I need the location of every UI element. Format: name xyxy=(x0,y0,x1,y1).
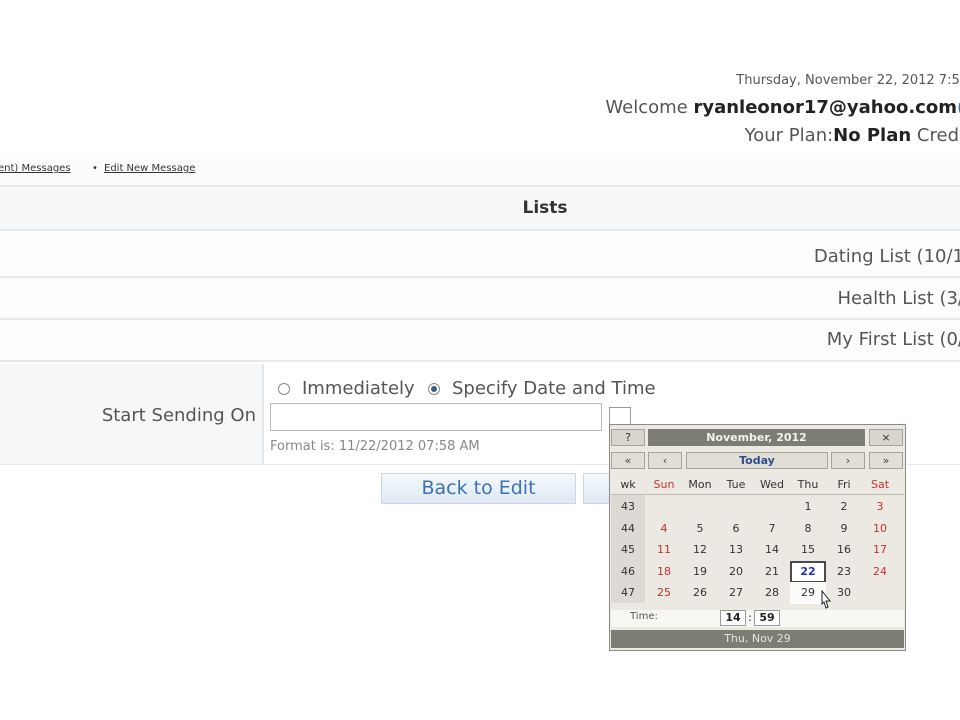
calendar-day-empty xyxy=(682,496,718,518)
calendar-day[interactable]: 6 xyxy=(718,518,754,540)
week-number: 45 xyxy=(621,543,635,556)
calendar-day[interactable]: 12 xyxy=(682,539,718,561)
calendar-day[interactable]: 8 xyxy=(790,518,826,540)
calendar-day-empty xyxy=(862,582,898,604)
date-time-input[interactable] xyxy=(270,403,602,431)
time-label: Time: xyxy=(630,611,658,622)
calendar-day-empty xyxy=(646,496,682,518)
calendar-day[interactable]: 2 xyxy=(826,496,862,518)
plan-value: No Plan xyxy=(833,125,912,146)
lists-title: Lists xyxy=(522,198,568,218)
prev-year-button[interactable]: « xyxy=(611,452,645,469)
calendar-day[interactable]: 21 xyxy=(754,561,790,583)
next-year-button[interactable]: » xyxy=(869,452,903,469)
calendar-day[interactable]: 3 xyxy=(862,496,898,518)
list-row[interactable] xyxy=(0,278,960,320)
time-hour[interactable]: 14 xyxy=(720,610,746,626)
dow-sun: Sun xyxy=(653,478,675,491)
mouse-pointer-icon xyxy=(821,590,832,609)
calendar-status-footer: Thu, Nov 29 xyxy=(611,630,904,648)
start-sending-label: Start Sending On xyxy=(101,405,256,426)
current-date: Thursday, November 22, 2012 7:58 xyxy=(736,73,960,88)
calendar-day[interactable]: 24 xyxy=(862,561,898,583)
plan-info: Your Plan:No Plan Credi xyxy=(744,125,960,146)
calendar-day[interactable]: 5 xyxy=(682,518,718,540)
calendar-day[interactable]: 27 xyxy=(718,582,754,604)
calendar-day[interactable]: 22 xyxy=(790,560,826,583)
week-number: 47 xyxy=(621,586,635,599)
calendar-day[interactable]: 17 xyxy=(862,539,898,561)
prev-month-button[interactable]: ‹ xyxy=(648,452,682,469)
week-number-header: wk xyxy=(620,478,636,491)
list-item-dating[interactable]: Dating List (10/1 xyxy=(814,246,960,267)
week-number: 46 xyxy=(621,564,635,578)
breadcrumb-separator: • xyxy=(92,163,98,174)
calendar-day[interactable]: 26 xyxy=(682,582,718,604)
radio-specify-date[interactable] xyxy=(428,383,440,395)
welcome-text: Welcome ryanleonor17@yahoo.com( xyxy=(605,97,960,118)
calendar-day[interactable]: 4 xyxy=(646,518,682,540)
radio-immediately[interactable] xyxy=(278,383,290,395)
calendar-day-empty xyxy=(718,496,754,518)
back-to-edit-button[interactable]: Back to Edit xyxy=(381,473,576,504)
time-minute[interactable]: 59 xyxy=(754,610,780,626)
calendar-day[interactable]: 11 xyxy=(646,539,682,561)
calendar-day[interactable]: 28 xyxy=(754,582,790,604)
calendar-day[interactable]: 9 xyxy=(826,518,862,540)
format-hint: Format is: 11/22/2012 07:58 AM xyxy=(270,439,480,454)
calendar-day[interactable]: 23 xyxy=(826,561,862,583)
week-number: 44 xyxy=(621,521,635,535)
user-email[interactable]: ryanleonor17@yahoo.com xyxy=(693,97,956,118)
dow-wed: Wed xyxy=(760,478,784,491)
dow-thu: Thu xyxy=(797,478,819,491)
radio-immediately-label[interactable]: Immediately xyxy=(302,378,415,399)
radio-specify-date-label[interactable]: Specify Date and Time xyxy=(452,378,656,399)
calendar-day[interactable]: 25 xyxy=(646,582,682,604)
next-month-button[interactable]: › xyxy=(831,452,865,469)
today-button[interactable]: Today xyxy=(686,452,828,469)
list-item-my-first[interactable]: My First List (0/ xyxy=(827,329,960,350)
calendar-close-button[interactable]: × xyxy=(869,429,903,446)
calendar-day-empty xyxy=(754,496,790,518)
calendar-day[interactable]: 20 xyxy=(718,561,754,583)
calendar-help-button[interactable]: ? xyxy=(611,429,645,446)
calendar-day[interactable]: 16 xyxy=(826,539,862,561)
list-item-health[interactable]: Health List (3/ xyxy=(837,288,960,309)
calendar-day[interactable]: 7 xyxy=(754,518,790,540)
calendar-popup: ? November, 2012 × « ‹ Today › » wk Sun … xyxy=(609,424,906,651)
list-row[interactable] xyxy=(0,320,960,362)
calendar-day[interactable]: 19 xyxy=(682,561,718,583)
breadcrumb-messages[interactable]: ent) Messages xyxy=(0,163,71,174)
dow-tue: Tue xyxy=(726,478,746,491)
calendar-day[interactable]: 1 xyxy=(790,496,826,518)
calendar-day[interactable]: 13 xyxy=(718,539,754,561)
calendar-day[interactable]: 10 xyxy=(862,518,898,540)
calendar-day[interactable]: 15 xyxy=(790,539,826,561)
calendar-day[interactable]: 14 xyxy=(754,539,790,561)
time-colon: : xyxy=(748,611,752,624)
calendar-month-title: November, 2012 xyxy=(648,429,865,446)
dow-mon: Mon xyxy=(688,478,712,491)
dow-fri: Fri xyxy=(837,478,851,491)
week-number: 43 xyxy=(621,500,635,513)
dow-sat: Sat xyxy=(870,478,890,491)
calendar-day[interactable]: 18 xyxy=(646,561,682,583)
breadcrumb-edit-message[interactable]: Edit New Message xyxy=(104,163,195,174)
